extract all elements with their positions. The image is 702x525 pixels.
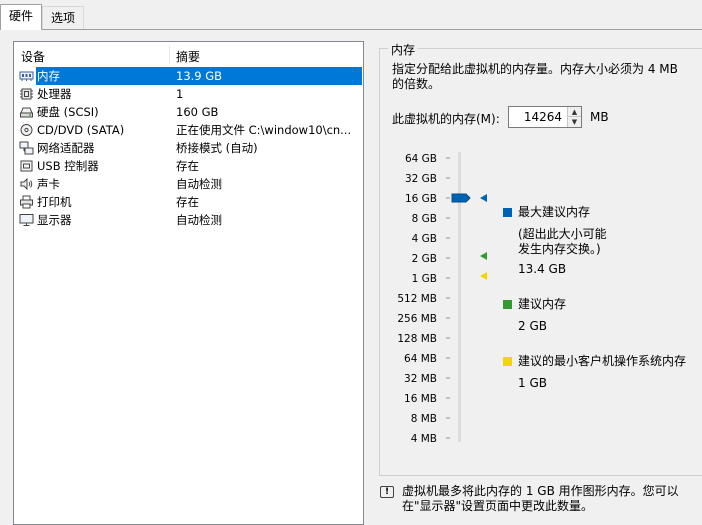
device-name: CD/DVD (SATA) (37, 123, 125, 137)
legend-max-value: 13.4 GB (518, 262, 567, 276)
device-summary: 160 GB (176, 105, 219, 119)
scale-label: 4 MB (411, 433, 437, 445)
scale-label: 4 GB (412, 233, 437, 245)
tab-bar: 硬件 选项 (0, 0, 702, 30)
device-summary: 桥接模式 (自动) (176, 141, 258, 155)
device-summary: 自动检测 (176, 177, 222, 191)
spin-down-button[interactable]: ▼ (567, 117, 581, 127)
scale-label: 16 MB (404, 393, 437, 405)
scale-label: 16 GB (405, 193, 437, 205)
legend-recommended-value: 2 GB (518, 319, 547, 333)
device-name: 打印机 (37, 195, 72, 209)
processor-icon (20, 88, 33, 100)
device-summary: 1 (176, 87, 184, 101)
memory-spinner[interactable]: ▲ ▼ (508, 106, 582, 128)
tab-options[interactable]: 选项 (42, 6, 85, 30)
memory-slider-thumb[interactable] (451, 193, 471, 203)
legend-max-note-2: 发生内存交换。) (518, 242, 601, 256)
spin-up-button[interactable]: ▲ (567, 107, 581, 117)
device-name: 内存 (37, 69, 60, 83)
scale-label: 128 MB (397, 333, 437, 345)
column-header-device[interactable]: 设备 (21, 48, 45, 65)
device-row-usb-controller[interactable]: USB 控制器 存在 (14, 157, 363, 175)
device-summary: 存在 (176, 195, 199, 209)
scale-label: 256 MB (397, 313, 437, 325)
legend-min-guest-value: 1 GB (518, 376, 547, 390)
recommended-marker (480, 252, 487, 260)
device-summary: 存在 (176, 159, 199, 173)
device-name: USB 控制器 (37, 159, 99, 173)
scale-label: 32 GB (405, 173, 437, 185)
device-name: 网络适配器 (37, 141, 95, 155)
scale-label: 8 MB (411, 413, 437, 425)
scale-label: 1 GB (412, 273, 437, 285)
device-rows: 内存 13.9 GB 处理器 1 硬盘 (SCSI) 160 GB CD/DVD… (14, 67, 363, 229)
device-row-display[interactable]: 显示器 自动检测 (14, 211, 363, 229)
device-summary: 13.9 GB (176, 69, 223, 83)
min-guest-marker (480, 272, 487, 280)
speaker-icon (20, 177, 33, 191)
recommended-swatch (503, 300, 512, 309)
device-row-network-adapter[interactable]: 网络适配器 桥接模式 (自动) (14, 139, 363, 157)
memory-unit-label: MB (590, 110, 609, 124)
memory-scale[interactable]: 64 GB 32 GB 16 GB 8 GB 4 GB 2 GB 1 GB 512 MB 256… (380, 140, 500, 450)
min-guest-swatch (503, 357, 512, 366)
monitor-icon (19, 214, 34, 226)
device-list[interactable]: 设备 摘要 内存 13.9 GB 处理器 1 硬盘 (SCSI) 160 GB … (13, 41, 364, 525)
scale-ticks (446, 157, 450, 439)
scale-label: 2 GB (412, 253, 437, 265)
legend-max-title: 最大建议内存 (518, 205, 591, 219)
column-header-summary[interactable]: 摘要 (176, 48, 200, 65)
info-icon: ! (380, 486, 394, 498)
usb-controller-icon (20, 160, 33, 172)
scale-label: 512 MB (397, 293, 437, 305)
device-summary: 正在使用文件 C:\window10\cn... (176, 123, 352, 137)
network-adapter-icon (19, 141, 34, 155)
device-name: 处理器 (37, 87, 72, 101)
scale-label: 64 GB (405, 153, 437, 165)
memory-group-title: 内存 (388, 41, 419, 58)
cd-dvd-icon (20, 124, 33, 136)
tab-hardware[interactable]: 硬件 (0, 4, 43, 30)
max-recommended-marker (480, 194, 487, 202)
tab-divider (0, 29, 702, 30)
device-summary: 自动检测 (176, 213, 222, 227)
hard-disk-icon (20, 107, 33, 118)
memory-input[interactable] (509, 107, 566, 127)
legend-min-guest-title: 建议的最小客户机操作系统内存 (518, 354, 687, 368)
memory-icon (19, 71, 34, 81)
device-name: 显示器 (37, 213, 72, 227)
memory-field-label: 此虚拟机的内存(M): (392, 112, 500, 126)
device-row-memory[interactable]: 内存 13.9 GB (14, 67, 363, 85)
memory-description: 指定分配给此虚拟机的内存量。内存大小必须为 4 MB 的倍数。 (392, 62, 678, 91)
device-row-hard-disk[interactable]: 硬盘 (SCSI) 160 GB (14, 103, 363, 121)
device-name: 硬盘 (SCSI) (37, 105, 99, 119)
scale-labels: 64 GB 32 GB 16 GB 8 GB 4 GB 2 GB 1 GB 512 MB 256… (397, 153, 437, 445)
device-row-processor[interactable]: 处理器 1 (14, 85, 363, 103)
graphics-memory-info: 虚拟机最多将此内存的 1 GB 用作图形内存。您可以在"显示器"设置页面中更改此… (402, 484, 679, 513)
legend-max-note-1: (超出此大小可能 (518, 227, 607, 241)
scale-label: 32 MB (404, 373, 437, 385)
device-row-cd-dvd[interactable]: CD/DVD (SATA) 正在使用文件 C:\window10\cn... (14, 121, 363, 139)
max-recommended-swatch (503, 208, 512, 217)
legend-recommended-title: 建议内存 (518, 297, 567, 311)
device-row-printer[interactable]: 打印机 存在 (14, 193, 363, 211)
device-row-sound-card[interactable]: 声卡 自动检测 (14, 175, 363, 193)
scale-label: 64 MB (404, 353, 437, 365)
printer-icon (20, 195, 33, 209)
column-separator[interactable] (169, 46, 170, 64)
device-name: 声卡 (37, 177, 60, 191)
scale-label: 8 GB (412, 213, 437, 225)
